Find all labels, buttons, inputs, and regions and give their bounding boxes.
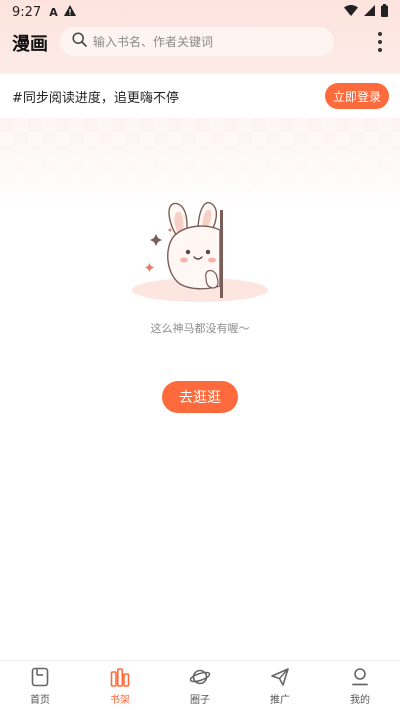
empty-state-message: 这么神马都没有喔～ — [150, 322, 250, 335]
nav-item-home[interactable]: 首页 — [0, 661, 80, 710]
search-bar[interactable] — [60, 27, 334, 56]
battery-icon — [381, 3, 388, 21]
wifi-icon — [344, 4, 358, 20]
nav-label-profile: 我的 — [350, 694, 370, 706]
bottom-nav: 首页 书架 圈子 推广 我的 — [0, 660, 400, 710]
home-icon — [29, 666, 51, 688]
profile-icon — [349, 666, 371, 688]
warning-icon — [63, 4, 76, 20]
login-button[interactable]: 立即登录 — [325, 83, 389, 109]
page-title: 漫画 — [12, 34, 48, 55]
more-options-icon[interactable] — [372, 30, 388, 54]
signal-icon — [364, 4, 375, 20]
bookshelf-icon — [109, 666, 131, 688]
planet-icon — [189, 666, 211, 688]
status-time: 9:27 — [12, 4, 42, 20]
search-icon — [72, 32, 87, 51]
browse-button[interactable]: 去逛逛 — [162, 381, 238, 413]
search-input[interactable] — [93, 34, 313, 49]
sync-banner: #同步阅读进度，追更嗨不停 立即登录 — [0, 74, 400, 118]
bunny-illustration — [132, 201, 268, 302]
status-bar: 9:27 A — [0, 0, 400, 24]
nav-label-circle: 圈子 — [190, 694, 210, 706]
nav-item-circle[interactable]: 圈子 — [160, 661, 240, 710]
nav-label-promote: 推广 — [270, 694, 290, 706]
sync-banner-text: #同步阅读进度，追更嗨不停 — [12, 90, 179, 106]
app-header: 漫画 — [0, 26, 400, 58]
nav-item-promote[interactable]: 推广 — [240, 661, 320, 710]
a-icon: A — [49, 5, 58, 19]
nav-item-profile[interactable]: 我的 — [320, 661, 400, 710]
nav-label-home: 首页 — [30, 694, 50, 706]
nav-item-bookshelf[interactable]: 书架 — [80, 661, 160, 710]
paper-plane-icon — [269, 666, 291, 688]
nav-label-bookshelf: 书架 — [110, 694, 130, 706]
